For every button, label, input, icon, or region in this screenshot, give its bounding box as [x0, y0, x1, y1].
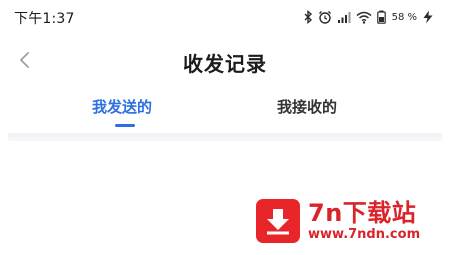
app-screen: 下午1:37 58 % 收发记录 我发送的 我接收的 7n下载站 www.7nd…: [0, 0, 450, 255]
alarm-icon: [318, 10, 332, 24]
tab-bar: 我发送的 我接收的: [0, 96, 450, 132]
battery-icon: [376, 10, 386, 24]
bluetooth-icon: [304, 10, 313, 24]
watermark-title: 7n下载站: [308, 199, 417, 227]
wifi-icon: [356, 11, 372, 24]
battery-percent: 58 %: [391, 11, 417, 23]
status-icons: 58 %: [304, 7, 434, 27]
watermark: 7n下载站 www.7ndn.com: [256, 192, 446, 250]
watermark-text: 7n下载站 www.7ndn.com: [308, 199, 420, 243]
charging-icon: [422, 10, 434, 24]
tab-received[interactable]: 我接收的: [277, 96, 337, 117]
download-logo-icon: [256, 199, 300, 243]
active-tab-indicator: [115, 124, 135, 127]
tab-sent[interactable]: 我发送的: [92, 96, 152, 117]
status-bar: 下午1:37 58 %: [0, 0, 450, 34]
watermark-url: www.7ndn.com: [308, 227, 421, 242]
signal-icon: [337, 11, 351, 24]
page-title: 收发记录: [183, 52, 267, 76]
status-time: 下午1:37: [14, 11, 75, 27]
section-divider: [8, 133, 442, 141]
